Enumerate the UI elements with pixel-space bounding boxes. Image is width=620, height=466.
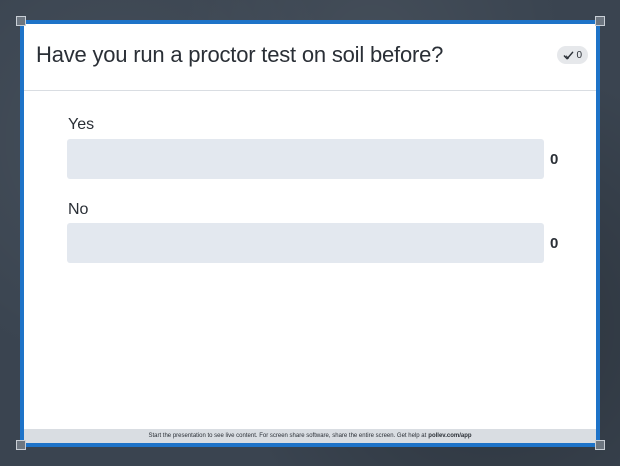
option-bar-no: [67, 223, 544, 263]
help-link[interactable]: pollev.com/app: [428, 433, 471, 439]
response-count: 0: [576, 49, 582, 61]
response-count-badge: 0: [557, 46, 588, 64]
option-count-yes: 0: [550, 151, 559, 168]
resize-handle-top-left[interactable]: [16, 16, 26, 26]
option-label-no: No: [68, 201, 89, 218]
presentation-frame: Have you run a proctor test on soil befo…: [20, 20, 600, 447]
resize-handle-top-right[interactable]: [595, 16, 605, 26]
poll-question-title: Have you run a proctor test on soil befo…: [36, 42, 444, 67]
poll-slide: Have you run a proctor test on soil befo…: [24, 24, 596, 443]
checkmark-icon: [564, 51, 574, 59]
slide-header: Have you run a proctor test on soil befo…: [24, 24, 596, 91]
option-count-no: 0: [550, 235, 559, 252]
option-bar-yes: [67, 139, 544, 179]
option-label-yes: Yes: [68, 116, 95, 133]
footer-text: Start the presentation to see live conte…: [148, 433, 427, 439]
resize-handle-bottom-right[interactable]: [595, 440, 605, 450]
resize-handle-bottom-left[interactable]: [16, 440, 26, 450]
footer-bar: Start the presentation to see live conte…: [24, 429, 596, 443]
